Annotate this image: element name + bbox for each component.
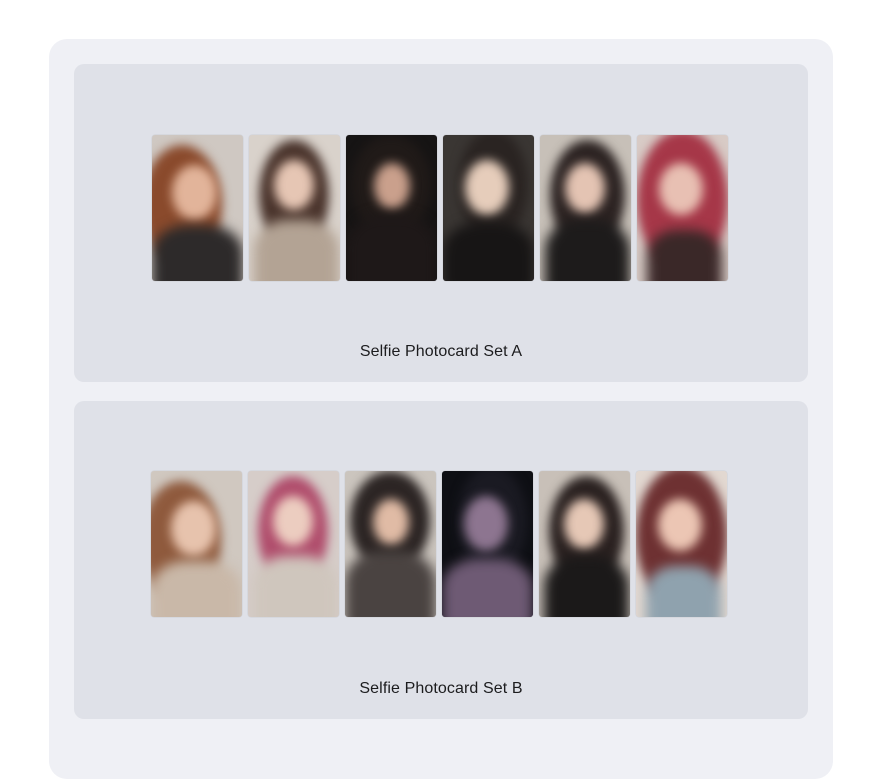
photocard[interactable] — [637, 135, 728, 281]
set-caption: Selfie Photocard Set A — [359, 343, 523, 360]
photocard[interactable] — [442, 471, 533, 617]
photocard[interactable] — [346, 135, 437, 281]
photocard[interactable] — [540, 135, 631, 281]
photocard-row — [151, 471, 727, 617]
photocard[interactable] — [151, 471, 242, 617]
photocard[interactable] — [249, 135, 340, 281]
photocard-set-a[interactable]: Selfie Photocard Set A — [74, 64, 808, 382]
photocard[interactable] — [152, 135, 243, 281]
photocard-row — [152, 135, 728, 281]
photocard[interactable] — [443, 135, 534, 281]
set-caption: Selfie Photocard Set B — [359, 680, 523, 697]
photocard-panel: Selfie Photocard Set A Selfie Photocard … — [49, 39, 833, 779]
photocard[interactable] — [636, 471, 727, 617]
photocard[interactable] — [539, 471, 630, 617]
photocard[interactable] — [345, 471, 436, 617]
photocard-set-b[interactable]: Selfie Photocard Set B — [74, 401, 808, 719]
photocard[interactable] — [248, 471, 339, 617]
